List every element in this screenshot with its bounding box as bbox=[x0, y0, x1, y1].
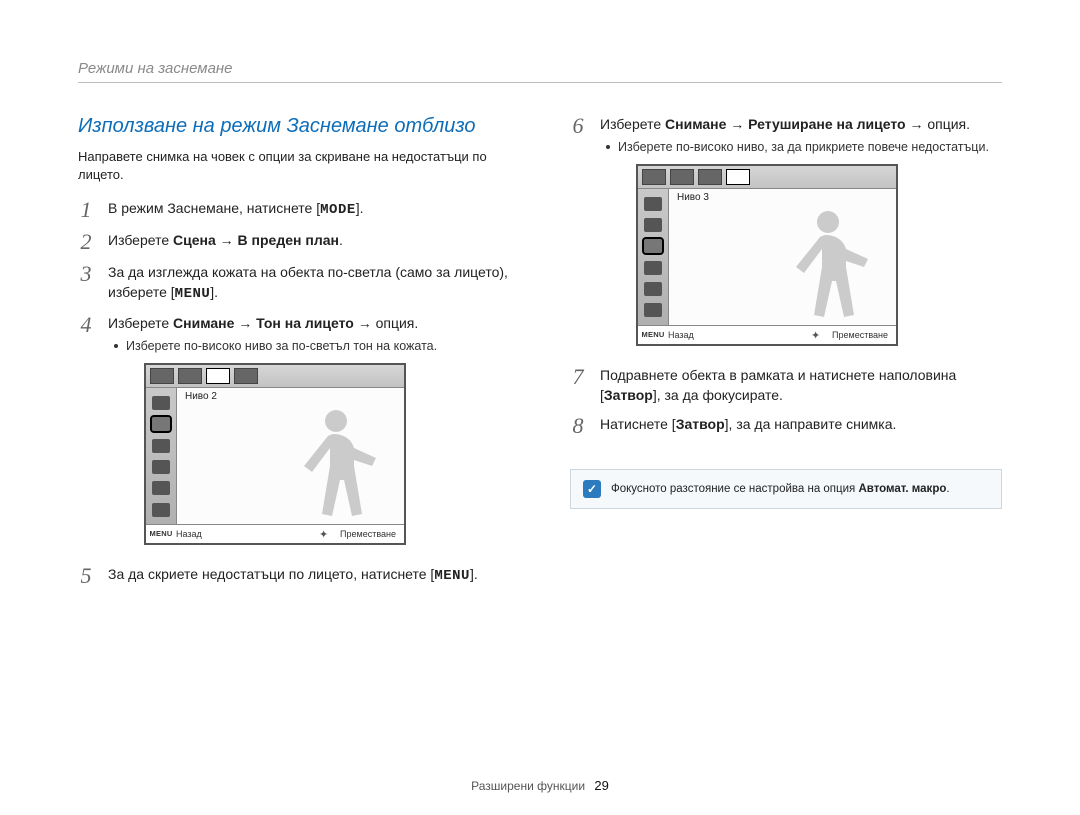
exposure-icon bbox=[670, 169, 694, 185]
move-arrows-icon bbox=[319, 528, 337, 540]
exposure-icon bbox=[642, 169, 666, 185]
lcd-icon bbox=[644, 218, 662, 232]
step-1: 1 В режим Заснемане, натиснете [MODE]. bbox=[78, 199, 510, 221]
camera-lcd-right: Ниво 3 MENU Назад bbox=[636, 164, 898, 346]
lcd-side-icons bbox=[146, 388, 177, 524]
left-steps: 1 В режим Заснемане, натиснете [MODE]. 2… bbox=[78, 199, 510, 587]
step-2: 2 Изберете Сцена → В преден план. bbox=[78, 231, 510, 253]
exposure-icon-selected bbox=[206, 368, 230, 384]
lcd-top-bar bbox=[146, 365, 404, 388]
silhouette-icon bbox=[782, 205, 878, 325]
lcd-bottom-bar: MENU Назад Преместване bbox=[146, 524, 404, 543]
menu-label: MENU bbox=[434, 568, 470, 584]
exposure-icon bbox=[150, 368, 174, 384]
lcd-icon bbox=[152, 439, 170, 453]
lcd-icon-selected bbox=[644, 239, 662, 253]
step-7: 7 Подравнете обекта в рамката и натиснет… bbox=[570, 366, 1002, 405]
left-column: Използване на режим Заснемане отблизо На… bbox=[78, 115, 510, 597]
step-number: 8 bbox=[570, 415, 586, 437]
lcd-main: Ниво 2 bbox=[177, 388, 404, 524]
lcd-move-label: Преместване bbox=[340, 528, 404, 541]
footer-text: Разширени функции bbox=[471, 779, 585, 793]
info-icon: ✓ bbox=[583, 480, 601, 498]
silhouette-icon bbox=[290, 404, 386, 524]
lcd-icon bbox=[152, 481, 170, 495]
lcd-icon bbox=[644, 261, 662, 275]
step-number: 3 bbox=[78, 263, 94, 304]
lcd-side-icons bbox=[638, 189, 669, 325]
info-note: ✓ Фокусното разстояние се настройва на о… bbox=[570, 469, 1002, 509]
page: Режими на заснемане Използване на режим … bbox=[0, 0, 1080, 815]
right-steps: 6 Изберете Снимане → Ретуширане на лицет… bbox=[570, 115, 1002, 437]
lcd-level-text: Ниво 3 bbox=[677, 191, 709, 205]
lcd-icon bbox=[644, 282, 662, 296]
lcd-icon bbox=[152, 460, 170, 474]
lcd-level-text: Ниво 2 bbox=[185, 390, 217, 404]
note-text: Фокусното разстояние се настройва на опц… bbox=[611, 483, 950, 495]
step-3: 3 За да изглежда кожата на обекта по-све… bbox=[78, 263, 510, 304]
menu-tag-icon: MENU bbox=[146, 529, 176, 540]
step-8: 8 Натиснете [Затвор], за да направите сн… bbox=[570, 415, 1002, 437]
step-number: 7 bbox=[570, 366, 586, 405]
lcd-icon bbox=[152, 396, 170, 410]
lcd-body: Ниво 3 bbox=[638, 189, 896, 325]
lcd-icon-selected bbox=[152, 417, 170, 431]
step-number: 4 bbox=[78, 314, 94, 555]
step-5: 5 За да скриете недостатъци по лицето, н… bbox=[78, 565, 510, 587]
exposure-icon bbox=[234, 368, 258, 384]
step-4-bullet: Изберете по-високо ниво за по-светъл тон… bbox=[108, 338, 510, 356]
step-number: 2 bbox=[78, 231, 94, 253]
exposure-icon bbox=[178, 368, 202, 384]
menu-label: MENU bbox=[175, 286, 211, 302]
columns: Използване на режим Заснемане отблизо На… bbox=[78, 115, 1002, 597]
shutter-label: Затвор bbox=[676, 416, 725, 432]
shutter-label: Затвор bbox=[604, 387, 653, 403]
lcd-body: Ниво 2 bbox=[146, 388, 404, 524]
mode-label: MODE bbox=[320, 202, 356, 218]
right-column: 6 Изберете Снимане → Ретуширане на лицет… bbox=[570, 115, 1002, 597]
step-4: 4 Изберете Снимане → Тон на лицето → опц… bbox=[78, 314, 510, 555]
lcd-back-label: Назад bbox=[176, 528, 202, 541]
footer: Разширени функции 29 bbox=[0, 778, 1080, 793]
step-6-bullet: Изберете по-високо ниво, за да прикриете… bbox=[600, 139, 1002, 157]
lcd-main: Ниво 3 bbox=[669, 189, 896, 325]
lcd-icon bbox=[644, 303, 662, 317]
intro-text: Направете снимка на човек с опции за скр… bbox=[78, 148, 510, 183]
lcd-icon bbox=[644, 197, 662, 211]
step-number: 6 bbox=[570, 115, 586, 356]
move-arrows-icon bbox=[811, 329, 829, 341]
page-title: Използване на режим Заснемане отблизо bbox=[78, 115, 510, 138]
step-number: 5 bbox=[78, 565, 94, 587]
lcd-move-label: Преместване bbox=[832, 329, 896, 342]
step-number: 1 bbox=[78, 199, 94, 221]
exposure-icon bbox=[698, 169, 722, 185]
section-header: Режими на заснемане bbox=[78, 60, 233, 77]
page-number: 29 bbox=[594, 778, 608, 793]
lcd-back-label: Назад bbox=[668, 329, 694, 342]
lcd-icon bbox=[152, 503, 170, 517]
exposure-icon-selected bbox=[726, 169, 750, 185]
header-rule bbox=[78, 82, 1002, 83]
step-6: 6 Изберете Снимане → Ретуширане на лицет… bbox=[570, 115, 1002, 356]
camera-lcd-left: Ниво 2 MENU Назад bbox=[144, 363, 406, 545]
lcd-top-bar bbox=[638, 166, 896, 189]
lcd-bottom-bar: MENU Назад Преместване bbox=[638, 325, 896, 344]
menu-tag-icon: MENU bbox=[638, 330, 668, 341]
